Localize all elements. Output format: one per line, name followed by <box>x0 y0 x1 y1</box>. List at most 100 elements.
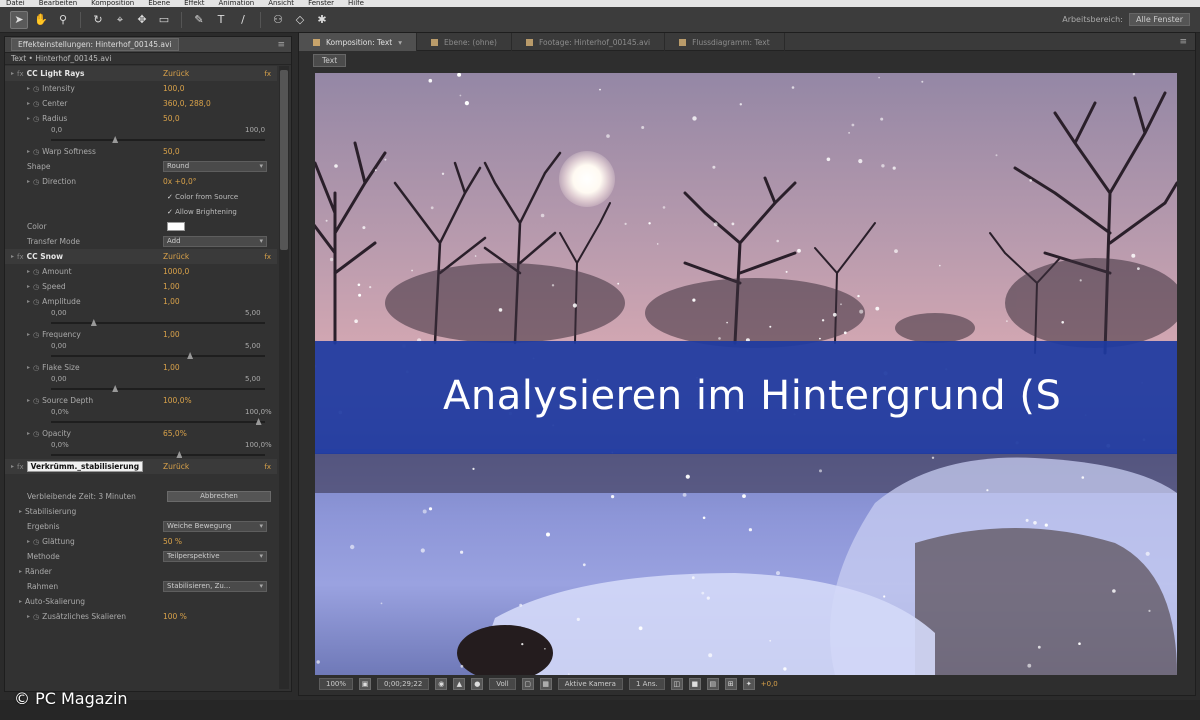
pen-icon[interactable]: ✎ <box>190 11 208 29</box>
transparency-grid-icon[interactable]: ▦ <box>539 678 552 690</box>
effect-parameter-row[interactable]: Ergebnis Weiche Bewegung <box>5 519 277 534</box>
slider-track[interactable] <box>51 421 265 423</box>
stopwatch-icon[interactable]: ◷ <box>33 115 39 123</box>
color-channel-icon[interactable]: ● <box>471 678 484 690</box>
timecode-field[interactable]: 0;00;29;22 <box>377 678 430 690</box>
menu-item[interactable]: Komposition <box>91 0 134 7</box>
effect-parameter-row[interactable]: Color from Source <box>5 189 277 204</box>
parameter-value[interactable]: 1,00 <box>163 363 180 372</box>
parameter-value[interactable]: 100,0% <box>163 396 192 405</box>
stopwatch-icon[interactable]: ◷ <box>33 613 39 621</box>
snapshot-camera-icon[interactable]: ◉ <box>435 678 448 690</box>
region-of-interest-icon[interactable]: ▢ <box>521 678 534 690</box>
effect-parameter-row[interactable] <box>5 474 277 489</box>
parameter-value[interactable]: 100,0 <box>163 84 184 93</box>
disclosure-triangle-icon[interactable]: ▸ <box>27 397 30 404</box>
menu-item[interactable]: Ebene <box>148 0 170 7</box>
disclosure-triangle-icon[interactable]: ▸ <box>27 613 30 620</box>
cancel-analysis-button[interactable]: Abbrechen <box>167 491 271 502</box>
parameter-checkbox[interactable]: Color from Source <box>167 193 238 201</box>
stopwatch-icon[interactable]: ◷ <box>33 178 39 186</box>
brush-icon[interactable]: / <box>234 11 252 29</box>
effect-parameter-row[interactable]: ▸ ◷ Frequency 1,00 <box>5 327 277 342</box>
about-link[interactable]: fx <box>264 253 271 261</box>
effect-parameter-row[interactable]: ▸ ◷ Radius 50,0 <box>5 111 277 126</box>
parameter-value[interactable]: 50,0 <box>163 114 180 123</box>
parameter-slider[interactable] <box>5 451 277 459</box>
effect-parameter-row[interactable]: Transfer Mode Add <box>5 234 277 249</box>
slider-track[interactable] <box>51 355 265 357</box>
text-icon[interactable]: T <box>212 11 230 29</box>
disclosure-triangle-icon[interactable]: ▸ <box>27 85 30 92</box>
disclosure-triangle-icon[interactable]: ▸ <box>27 364 30 371</box>
parameter-slider[interactable] <box>5 319 277 327</box>
stopwatch-icon[interactable]: ◷ <box>33 100 39 108</box>
disclosure-triangle-icon[interactable]: ▸ <box>27 268 30 275</box>
effect-parameter-row[interactable]: Rahmen Stabilisieren, Zu... <box>5 579 277 594</box>
puppet-icon[interactable]: ✱ <box>313 11 331 29</box>
disclosure-triangle-icon[interactable]: ▸ <box>27 100 30 107</box>
reset-exposure-icon[interactable]: ✦ <box>742 678 755 690</box>
disclosure-triangle-icon[interactable]: ▸ <box>11 463 14 470</box>
camera-view-dropdown[interactable]: Aktive Kamera <box>557 678 623 690</box>
composition-tab[interactable]: Flussdiagramm: Text <box>665 33 785 51</box>
disclosure-triangle-icon[interactable]: ▸ <box>27 298 30 305</box>
effect-parameter-row[interactable]: ▸ ◷ Zusätzliches Skalieren 100 % <box>5 609 277 624</box>
resolution-dropdown[interactable]: Voll <box>489 678 516 690</box>
effect-parameter-row[interactable]: ▸ ◷ Flake Size 1,00 <box>5 360 277 375</box>
composition-sub-tab[interactable]: Text <box>313 53 347 67</box>
flowchart-icon[interactable]: ⊞ <box>724 678 737 690</box>
fx-toggle-icon[interactable]: fx <box>17 463 24 471</box>
parameter-value[interactable]: 1,00 <box>163 297 180 306</box>
effect-parameter-row[interactable]: ▸ Stabilisierung <box>5 504 277 519</box>
fx-toggle-icon[interactable]: fx <box>17 70 24 78</box>
effect-parameter-row[interactable]: Allow Brightening <box>5 204 277 219</box>
camera-icon[interactable]: ⌖ <box>111 11 129 29</box>
menu-item[interactable]: Effekt <box>184 0 204 7</box>
timeline-icon[interactable]: ▤ <box>706 678 719 690</box>
selection-arrow-icon[interactable]: ➤ <box>10 10 28 29</box>
effect-parameter-row[interactable]: ▸ ◷ Amount 1000,0 <box>5 264 277 279</box>
parameter-value[interactable]: 65,0% <box>163 429 187 438</box>
effect-parameter-row[interactable]: Verbleibende Zeit: 3 Minuten Abbrechen <box>5 489 277 504</box>
parameter-slider[interactable] <box>5 352 277 360</box>
stopwatch-icon[interactable]: ◷ <box>33 268 39 276</box>
exposure-value[interactable]: +0,0 <box>761 680 778 688</box>
hand-icon[interactable]: ✋ <box>32 11 50 29</box>
parameter-dropdown[interactable]: Stabilisieren, Zu... <box>163 581 267 592</box>
menu-item[interactable]: Hilfe <box>348 0 364 7</box>
zoom-icon[interactable]: ⚲ <box>54 11 72 29</box>
parameter-value[interactable]: 1,00 <box>163 330 180 339</box>
stopwatch-icon[interactable]: ◷ <box>33 298 39 306</box>
parameter-value[interactable]: 50,0 <box>163 147 180 156</box>
composition-tab[interactable]: Footage: Hinterhof_00145.avi <box>512 33 666 51</box>
disclosure-triangle-icon[interactable]: ▸ <box>19 568 22 575</box>
disclosure-triangle-icon[interactable]: ▸ <box>19 508 22 515</box>
parameter-dropdown[interactable]: Teilperspektive <box>163 551 267 562</box>
parameter-value[interactable]: 1000,0 <box>163 267 189 276</box>
effect-parameter-row[interactable]: Methode Teilperspektive <box>5 549 277 564</box>
stopwatch-icon[interactable]: ◷ <box>33 538 39 546</box>
menu-item[interactable]: Datei <box>6 0 25 7</box>
effect-header-row[interactable]: ▸ fx CC Light Rays Zurück fx <box>5 66 277 81</box>
about-link[interactable]: fx <box>264 70 271 78</box>
menu-item[interactable]: Fenster <box>308 0 334 7</box>
menu-item[interactable]: Bearbeiten <box>39 0 77 7</box>
composition-tab[interactable]: Komposition: Text ▾ <box>299 33 417 51</box>
effect-parameter-row[interactable]: Color <box>5 219 277 234</box>
fx-toggle-icon[interactable]: fx <box>17 253 24 261</box>
effect-parameter-row[interactable]: ▸ Ränder <box>5 564 277 579</box>
color-swatch[interactable] <box>167 222 185 231</box>
parameter-dropdown[interactable]: Weiche Bewegung <box>163 521 267 532</box>
parameter-dropdown[interactable]: Round <box>163 161 267 172</box>
tab-menu-icon[interactable]: ▾ <box>398 38 402 47</box>
effect-parameter-row[interactable]: ▸ ◷ Amplitude 1,00 <box>5 294 277 309</box>
parameter-slider[interactable] <box>5 136 277 144</box>
parameter-dropdown[interactable]: Add <box>163 236 267 247</box>
parameter-slider[interactable] <box>5 418 277 426</box>
stopwatch-icon[interactable]: ◷ <box>33 430 39 438</box>
effect-parameter-row[interactable]: ▸ Auto-Skalierung <box>5 594 277 609</box>
disclosure-triangle-icon[interactable]: ▸ <box>27 538 30 545</box>
composition-viewer[interactable]: Analysieren im Hintergrund (S <box>315 73 1177 675</box>
effect-parameter-row[interactable]: ▸ ◷ Direction 0x +0,0° <box>5 174 277 189</box>
